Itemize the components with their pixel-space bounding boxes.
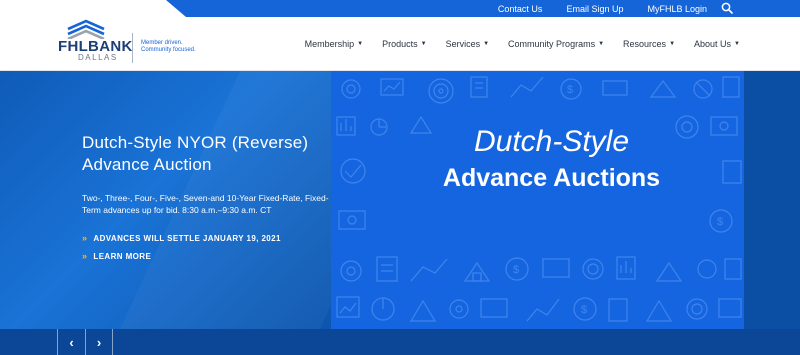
carousel-next-button[interactable]: › [85, 329, 113, 355]
utility-bar-background [166, 0, 800, 17]
carousel-control-bar: ‹ › [0, 329, 800, 355]
nav-item-community-programs[interactable]: Community Programs ▼ [508, 39, 604, 49]
email-signup-link[interactable]: Email Sign Up [566, 4, 623, 14]
panel-heading-line2: Advance Auctions [442, 164, 661, 192]
myfhlb-login-link[interactable]: MyFHLB Login [647, 4, 707, 14]
svg-text:$: $ [717, 216, 723, 228]
nav-label: About Us [694, 39, 732, 49]
svg-text:$: $ [567, 84, 573, 96]
hero-title: Dutch-Style NYOR (Reverse) Advance Aucti… [82, 133, 309, 174]
carousel-controls: ‹ › [57, 329, 113, 355]
svg-text:$: $ [581, 304, 587, 316]
logo-chevrons-icon [67, 19, 105, 39]
double-chevron-right-icon: » [82, 251, 88, 261]
chevron-left-icon: ‹ [69, 334, 74, 350]
nav-label: Resources [623, 39, 667, 49]
utility-bar: Contact Us Email Sign Up MyFHLB Login [0, 0, 800, 17]
utility-links: Contact Us Email Sign Up MyFHLB Login [498, 0, 707, 17]
caret-down-icon: ▼ [483, 41, 490, 47]
caret-down-icon: ▼ [420, 41, 427, 47]
nav-item-products[interactable]: Products ▼ [382, 39, 426, 49]
finance-icon-pattern: $ $ $ $ [336, 76, 742, 322]
nav-label: Membership [304, 39, 355, 49]
carousel-prev-button[interactable]: ‹ [57, 329, 85, 355]
nav-item-resources[interactable]: Resources ▼ [623, 39, 675, 49]
logo-tagline: Member driven. Community focused. [141, 40, 196, 53]
nav-item-membership[interactable]: Membership ▼ [305, 39, 363, 49]
learn-more-link[interactable]: » LEARN MORE [82, 251, 151, 261]
caret-down-icon: ▼ [357, 41, 364, 47]
double-chevron-right-icon: » [82, 233, 88, 243]
hero-image-panel: $ $ $ $ Dutch-Style Advance Auctions [331, 71, 744, 329]
fhlbank-logo[interactable]: FHLBANK DALLAS Member driven. Community … [58, 19, 198, 69]
hero-background-shape [740, 71, 800, 329]
nav-item-about-us[interactable]: About Us ▼ [694, 39, 740, 49]
nav-label: Products [382, 39, 418, 49]
logo-divider [132, 33, 133, 63]
chevron-right-icon: › [96, 334, 102, 350]
caret-down-icon: ▼ [598, 41, 605, 47]
nav-label: Services [445, 39, 481, 49]
svg-text:$: $ [513, 264, 519, 276]
caret-down-icon: ▼ [734, 41, 740, 47]
settlement-date-link[interactable]: » ADVANCES WILL SETTLE JANUARY 19, 2021 [82, 233, 281, 243]
main-nav: Membership ▼ Products ▼ Services ▼ Commu… [305, 17, 740, 71]
logo-location: DALLAS [78, 53, 118, 62]
nav-item-services[interactable]: Services ▼ [446, 39, 489, 49]
site-header: FHLBANK DALLAS Member driven. Community … [0, 17, 800, 71]
nav-label: Community Programs [508, 39, 596, 49]
caret-down-icon: ▼ [669, 41, 676, 47]
hero-carousel-slide: Dutch-Style NYOR (Reverse) Advance Aucti… [0, 71, 800, 329]
hero-description: Two-, Three-, Four-, Five-, Seven-and 10… [82, 193, 329, 215]
cta-label: ADVANCES WILL SETTLE JANUARY 19, 2021 [93, 233, 281, 243]
contact-us-link[interactable]: Contact Us [498, 4, 543, 14]
panel-heading-line1: Dutch-Style [473, 125, 630, 158]
cta-label: LEARN MORE [93, 251, 152, 261]
search-icon[interactable] [721, 2, 733, 14]
